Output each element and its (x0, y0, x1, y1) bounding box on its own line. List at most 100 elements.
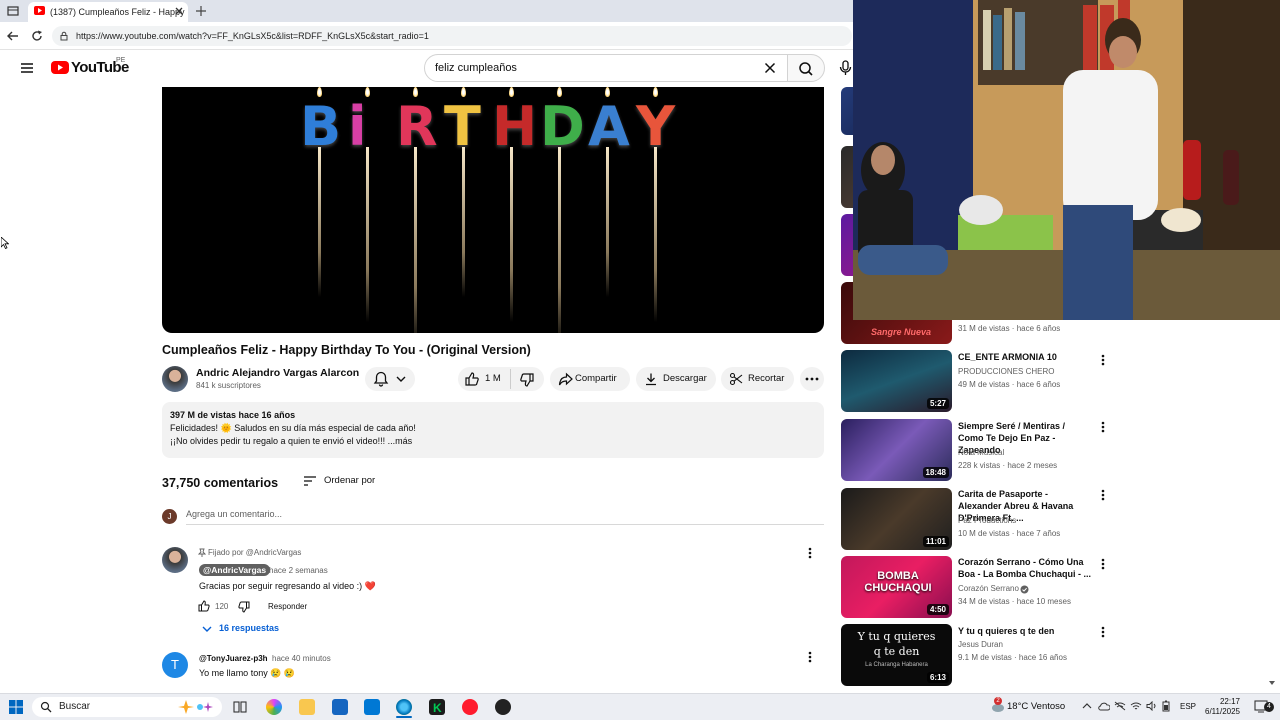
cloud-icon[interactable] (1098, 701, 1110, 711)
related-more-icon[interactable] (1098, 420, 1108, 434)
channel-name[interactable]: Andric Alejandro Vargas Alarcon (196, 367, 359, 379)
chevron-down-icon (202, 625, 212, 633)
comment-author-chip[interactable]: @AndricVargas (199, 564, 271, 576)
related-thumbnail[interactable]: BOMBA CHUCHAQUI 4:50 (841, 556, 952, 618)
current-user-avatar: J (162, 509, 177, 524)
related-channel[interactable]: Jesus Duran (958, 640, 1003, 649)
related-meta-partial: 31 M de vistas · hace 6 años (958, 324, 1061, 333)
related-channel[interactable]: Paz Productions (958, 516, 1016, 525)
related-thumbnail[interactable]: 11:01 (841, 488, 952, 550)
search-input[interactable]: feliz cumpleaños (424, 54, 788, 82)
related-meta: 49 M de vistas · hace 6 años (958, 380, 1061, 389)
sort-icon[interactable] (303, 475, 317, 487)
new-tab-icon[interactable] (195, 5, 207, 17)
related-title[interactable]: Corazón Serrano - Cómo Una Boa - La Bomb… (958, 556, 1093, 580)
related-title[interactable]: CE_ENTE ARMONIA 10 (958, 351, 1093, 363)
comment-author-avatar[interactable] (162, 547, 188, 573)
related-channel[interactable]: Nota Musical (958, 448, 1004, 457)
kaspersky-icon[interactable]: K (429, 699, 445, 715)
wifi-icon[interactable] (1130, 701, 1142, 711)
app-icon[interactable] (495, 699, 511, 715)
search-button[interactable] (787, 54, 825, 82)
comment-time[interactable]: hace 40 minutos (272, 654, 331, 663)
clock-time[interactable]: 22:17 (1202, 697, 1240, 706)
search-highlight-icon[interactable] (176, 698, 216, 716)
related-meta: 34 M de vistas · hace 10 meses (958, 597, 1071, 606)
candle-stick (558, 147, 561, 333)
clear-search-icon[interactable] (764, 62, 776, 74)
like-icon[interactable] (464, 371, 480, 387)
candle-stick (606, 147, 609, 297)
opera-browser-icon[interactable] (462, 699, 478, 715)
related-channel[interactable]: Corazón Serrano (958, 584, 1019, 593)
video-description[interactable]: 397 M de vistas hace 16 años Felicidades… (162, 402, 824, 458)
comment-author[interactable]: @TonyJuarez-p3h (199, 654, 268, 663)
mail-icon[interactable] (364, 699, 380, 715)
language-indicator[interactable]: ESP (1180, 702, 1196, 711)
like-count: 1 M (485, 373, 501, 384)
share-icon (558, 372, 573, 386)
description-line-2: ¡¡No olvides pedir tu regalo a quien te … (170, 436, 413, 446)
related-more-icon[interactable] (1098, 353, 1108, 367)
candle-letter: D (540, 95, 585, 158)
back-icon[interactable] (6, 30, 20, 42)
candle-letter: i (348, 95, 367, 158)
scroll-down-icon[interactable] (1268, 679, 1276, 687)
candle-stick (510, 147, 513, 322)
video-player[interactable]: BiRTHDAY (162, 87, 824, 333)
hamburger-menu-icon[interactable] (20, 62, 34, 74)
voice-search-icon[interactable] (836, 58, 853, 78)
dislike-icon[interactable] (519, 372, 535, 388)
window-menu-icon[interactable] (6, 5, 20, 17)
comment-time[interactable]: hace 2 semanas (269, 566, 328, 575)
reply-button[interactable]: Responder (268, 602, 307, 611)
close-tab-icon[interactable] (174, 6, 184, 16)
related-meta: 9.1 M de vistas · hace 16 años (958, 653, 1067, 662)
copilot-icon[interactable] (266, 699, 282, 715)
edge-browser-icon[interactable] (396, 699, 412, 715)
comment-more-icon[interactable] (805, 546, 815, 560)
clip-label: Recortar (748, 373, 785, 384)
store-icon[interactable] (332, 699, 348, 715)
address-bar[interactable]: https://www.youtube.com/watch?v=FF_KnGLs… (52, 26, 852, 46)
candle-stick (462, 147, 465, 297)
more-actions-button[interactable] (800, 367, 824, 391)
channel-avatar[interactable] (162, 366, 188, 392)
site-info-icon[interactable] (59, 31, 69, 41)
comment-more-icon[interactable] (805, 650, 815, 664)
candle-stick (414, 147, 417, 333)
add-comment-input[interactable]: Agrega un comentario... (186, 509, 824, 525)
related-more-icon[interactable] (1098, 557, 1108, 571)
pin-icon (198, 548, 206, 557)
browser-tab[interactable]: (1387) Cumpleaños Feliz - Happy (28, 2, 188, 22)
related-channel[interactable]: PRODUCCIONES CHERO (958, 367, 1054, 376)
sort-button[interactable]: Ordenar por (324, 475, 375, 486)
video-duration: 6:13 (926, 672, 949, 683)
replies-toggle[interactable]: 16 respuestas (219, 623, 279, 633)
comment-dislike-icon[interactable] (238, 601, 250, 613)
comment-like-icon[interactable] (198, 600, 210, 612)
file-explorer-icon[interactable] (299, 699, 315, 715)
network-off-icon[interactable] (1114, 701, 1126, 711)
related-thumbnail[interactable]: Y tu q quieres q te den La Charanga Haba… (841, 624, 952, 686)
clock-date[interactable]: 6/11/2025 (1196, 707, 1240, 716)
reload-icon[interactable] (30, 29, 44, 43)
task-view-icon[interactable] (232, 699, 248, 715)
weather-text[interactable]: 18°C Ventoso (1007, 701, 1065, 712)
related-thumbnail[interactable]: 5:27 (841, 350, 952, 412)
taskbar-search-placeholder: Buscar (59, 701, 91, 712)
chevron-up-icon[interactable] (1082, 701, 1092, 711)
notifications-button[interactable] (365, 367, 415, 391)
related-title[interactable]: Y tu q quieres q te den (958, 625, 1093, 637)
windows-start-icon[interactable] (9, 700, 23, 714)
related-thumbnail[interactable]: 18:48 (841, 419, 952, 481)
related-more-icon[interactable] (1098, 488, 1108, 502)
speaker-icon[interactable] (1146, 701, 1158, 711)
active-app-indicator (396, 716, 412, 718)
battery-icon[interactable] (1162, 700, 1170, 712)
tab-title: (1387) Cumpleaños Feliz - Happy (50, 7, 185, 17)
comment-text: Gracias por seguir regresando al video :… (199, 581, 376, 591)
related-more-icon[interactable] (1098, 625, 1108, 639)
youtube-logo-icon[interactable] (51, 61, 69, 74)
comment-author-avatar[interactable]: T (162, 652, 188, 678)
